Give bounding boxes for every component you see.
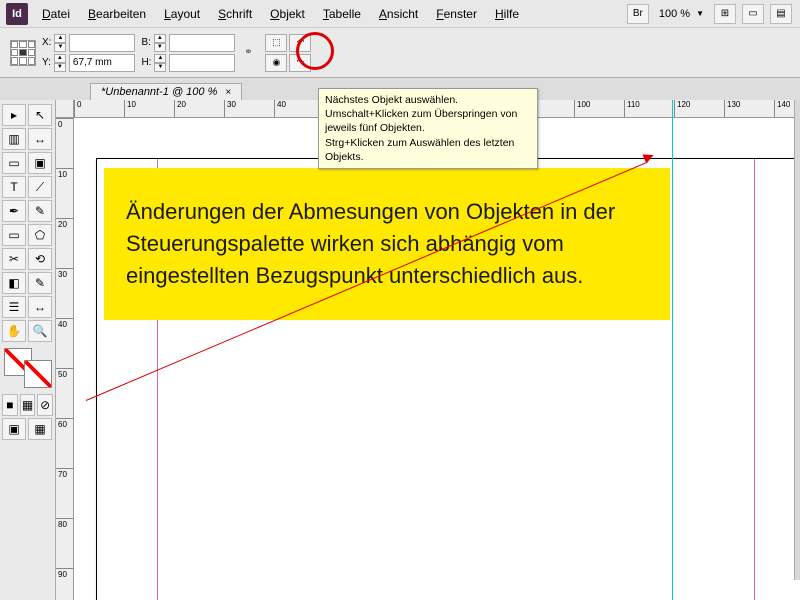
apply-gradient[interactable]: ▦ [20,394,36,416]
ruler-tick: 130 [724,100,774,118]
x-label: X: [42,37,51,48]
h-input[interactable] [169,54,235,72]
ruler-tick: 10 [124,100,174,118]
tool-poly[interactable]: ⬠ [28,224,52,246]
ruler-tick: 0 [74,100,124,118]
vertical-ruler[interactable]: 0102030405060708090100110 [56,118,74,600]
ruler-tick: 90 [56,568,73,600]
constrain-proportions-icon[interactable]: ⚭ [241,35,255,71]
select-container-button[interactable]: ⬚ [265,34,287,52]
tool-type[interactable]: T [2,176,26,198]
ruler-tick: 30 [224,100,274,118]
select-prev-object-button[interactable]: ↶ [289,34,311,52]
tool-place[interactable]: ▣ [28,152,52,174]
control-palette: X:▲▼ Y:▲▼ B:▲▼ H:▲▼ ⚭ ⬚ ↶ ◉ ↷ [0,28,800,78]
menu-layout[interactable]: Layout [156,4,208,24]
tab-title: *Unbenannt-1 @ 100 % [101,86,217,98]
tooltip-line: Strg+Klicken zum Auswählen des letzten O… [325,136,531,164]
ruler-tick: 120 [674,100,724,118]
ruler-tick: 100 [574,100,624,118]
bridge-icon[interactable]: Br [627,4,649,24]
tool-rect[interactable]: ▭ [2,224,26,246]
canvas[interactable]: 0102030405060708090100110120130140150160… [56,100,800,600]
select-content-button[interactable]: ◉ [265,54,287,72]
ruler-tick: 40 [56,318,73,368]
ruler-tick: 20 [56,218,73,268]
tool-pencil[interactable]: ✎ [28,200,52,222]
h-spinner[interactable]: ▲▼ [154,54,166,72]
tool-grad[interactable]: ◧ [2,272,26,294]
menu-bearbeiten[interactable]: Bearbeiten [80,4,154,24]
guide-cyan[interactable] [672,100,673,600]
menu-fenster[interactable]: Fenster [428,4,485,24]
select-next-object-button[interactable]: ↷ [289,54,311,72]
tooltip: Nächstes Objekt auswählen. Umschalt+Klic… [318,88,538,169]
document-tab[interactable]: *Unbenannt-1 @ 100 % × [90,83,242,100]
zoom-level[interactable]: 100 %▼ [653,6,710,22]
screen-mode-icon[interactable]: ▭ [742,4,764,24]
tool-eyedrop[interactable]: ✎ [28,272,52,294]
tool-page[interactable]: ▥ [2,128,26,150]
w-spinner[interactable]: ▲▼ [154,34,166,52]
tool-frame[interactable]: ▭ [2,152,26,174]
tool-measure[interactable]: ↔ [28,296,52,318]
ruler-tick: 10 [56,168,73,218]
apply-color[interactable]: ■ [2,394,18,416]
menu-hilfe[interactable]: Hilfe [487,4,527,24]
tooltip-line: Nächstes Objekt auswählen. [325,93,531,107]
w-label: B: [141,37,150,48]
menu-bar: Id Datei Bearbeiten Layout Schrift Objek… [0,0,800,28]
fill-stroke-swatch[interactable] [4,348,52,388]
annotation-note: Änderungen der Abmesungen von Objekten i… [104,168,670,320]
view-options-icon[interactable]: ⊞ [714,4,736,24]
tool-sel[interactable]: ▸ [2,104,26,126]
annotation-text: Änderungen der Abmesungen von Objekten i… [126,199,615,288]
ruler-tick: 70 [56,468,73,518]
ruler-tick: 110 [624,100,674,118]
w-input[interactable] [169,34,235,52]
panel-dock[interactable] [794,100,800,580]
h-label: H: [141,57,151,68]
y-input[interactable] [69,54,135,72]
app-logo: Id [6,3,28,25]
ruler-tick: 40 [274,100,324,118]
ruler-tick: 20 [174,100,224,118]
tool-scis[interactable]: ✂ [2,248,26,270]
arrange-icon[interactable]: ▤ [770,4,792,24]
menu-datei[interactable]: Datei [34,4,78,24]
ruler-origin[interactable] [56,100,74,118]
ruler-tick: 30 [56,268,73,318]
apply-none[interactable]: ⊘ [37,394,53,416]
ruler-tick: 60 [56,418,73,468]
tool-hand[interactable]: ✋ [2,320,26,342]
reference-point-proxy[interactable] [10,40,36,66]
tooltip-line: Umschalt+Klicken zum Überspringen von je… [325,107,531,135]
chevron-down-icon: ▼ [696,9,704,18]
ruler-tick: 50 [56,368,73,418]
tool-gap[interactable]: ↔ [28,128,52,150]
view-preview[interactable]: ▦ [28,418,52,440]
menu-ansicht[interactable]: Ansicht [371,4,426,24]
menu-tabelle[interactable]: Tabelle [315,4,369,24]
tool-trans[interactable]: ⟲ [28,248,52,270]
menu-schrift[interactable]: Schrift [210,4,260,24]
select-object-buttons: ⬚ ↶ ◉ ↷ [265,34,311,72]
tool-note2[interactable]: ☰ [2,296,26,318]
x-input[interactable] [69,34,135,52]
close-icon[interactable]: × [225,87,231,98]
tool-zoom[interactable]: 🔍 [28,320,52,342]
menu-objekt[interactable]: Objekt [262,4,313,24]
x-spinner[interactable]: ▲▼ [54,34,66,52]
tool-pen[interactable]: ✒ [2,200,26,222]
tool-line[interactable]: ⟋ [28,176,52,198]
tool-dsel[interactable]: ↖ [28,104,52,126]
ruler-tick: 0 [56,118,73,168]
y-label: Y: [42,57,51,68]
y-spinner[interactable]: ▲▼ [54,54,66,72]
tool-panel: ▸↖▥↔▭▣T⟋✒✎▭⬠✂⟲◧✎☰↔✋🔍■▦⊘▣▦ [0,100,56,600]
view-normal[interactable]: ▣ [2,418,26,440]
ruler-tick: 80 [56,518,73,568]
